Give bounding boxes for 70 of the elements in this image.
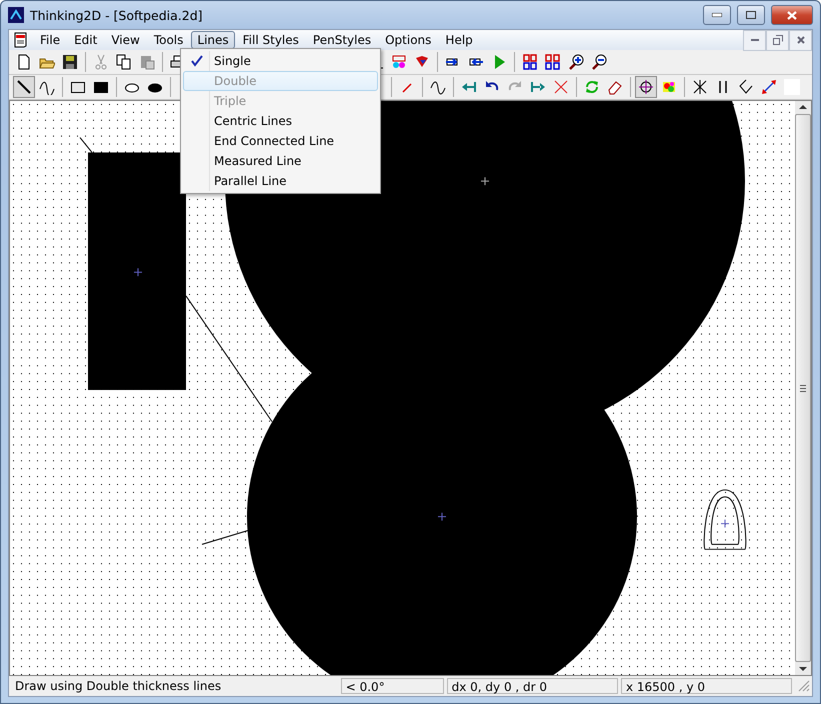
menu-item[interactable]: Edit [68, 31, 104, 49]
mdi-minimize-button[interactable] [743, 30, 766, 50]
toolbar-button[interactable] [13, 76, 35, 98]
close-button[interactable] [771, 5, 813, 25]
line-tool-icon [16, 79, 32, 95]
menu-item[interactable]: Help [439, 31, 479, 49]
menu-item[interactable]: Measured Line [183, 151, 378, 171]
toolbar-button[interactable] [635, 76, 657, 98]
mdi-close-button[interactable] [789, 30, 812, 50]
menu-item[interactable]: View [105, 31, 146, 49]
rectangle-icon [70, 79, 86, 95]
wave-tool-icon [430, 79, 446, 95]
status-text: x 16500 , y 0 [620, 678, 792, 694]
grip-icon [800, 384, 806, 392]
refresh-icon [584, 79, 600, 95]
menu-item[interactable]: PenStyles [306, 31, 378, 49]
copy-icon [116, 54, 132, 70]
right-arrow-icon [530, 79, 546, 95]
delete-icon [553, 79, 569, 95]
status-text: dx 0, dy 0 , dr 0 [446, 678, 618, 694]
split-blocks-icon [545, 54, 561, 70]
paste-icon [139, 54, 155, 70]
egg-outline-drawing [704, 489, 746, 550]
restore-icon [772, 35, 782, 45]
minimize-icon [750, 39, 758, 41]
app-logo-icon [8, 7, 24, 23]
double-arrow-icon [761, 79, 777, 95]
close-icon [787, 10, 797, 20]
menu-item[interactable]: Lines [191, 31, 235, 49]
left-arrow-icon [461, 79, 477, 95]
scissors-icon [93, 54, 109, 70]
minimize-button[interactable] [703, 5, 731, 25]
save-icon [62, 54, 78, 70]
eraser-icon [607, 79, 623, 95]
menu-item[interactable]: Centric Lines [183, 111, 378, 131]
line-segment [202, 530, 248, 545]
zoom-out-icon [591, 54, 607, 70]
zoom-in-icon [568, 54, 584, 70]
stacked-blocks-icon [522, 54, 538, 70]
menu-item[interactable]: Tools [148, 31, 190, 49]
menu-item[interactable]: End Connected Line [183, 131, 378, 151]
close-icon [796, 36, 804, 44]
maximize-button[interactable] [737, 5, 765, 25]
curve-tool-icon [39, 79, 55, 95]
menu-item[interactable]: Fill Styles [236, 31, 305, 49]
chevron-icon [738, 79, 754, 95]
menu-item[interactable]: Options [379, 31, 438, 49]
menu-item[interactable]: File [34, 31, 66, 49]
maximize-icon [746, 11, 756, 19]
checkmark-icon [190, 55, 204, 67]
filled-rectangle-icon [93, 79, 109, 95]
color-splash-icon [661, 79, 677, 95]
mdi-restore-button[interactable] [766, 30, 789, 50]
center-mark-icon [438, 512, 446, 522]
crosshair-icon [638, 79, 654, 95]
colorful-shapes-icon [391, 54, 407, 70]
line-segment [80, 137, 92, 153]
new-file-icon [16, 54, 32, 70]
center-mark-icon [720, 519, 730, 528]
center-mark-icon [480, 176, 490, 186]
resize-grip-icon [798, 680, 810, 692]
minimize-icon [712, 13, 722, 17]
menu-item[interactable]: Single [183, 51, 378, 71]
document-icon [13, 32, 29, 48]
window-title: Thinking2D - [Softpedia.2d] [30, 8, 204, 22]
asterisk-icon [692, 79, 708, 95]
status-text: < 0.0° [340, 678, 444, 694]
status-text: Draw using Double thickness lines [14, 678, 222, 694]
menu-item[interactable]: Parallel Line [183, 171, 378, 191]
center-mark-icon [134, 268, 142, 277]
